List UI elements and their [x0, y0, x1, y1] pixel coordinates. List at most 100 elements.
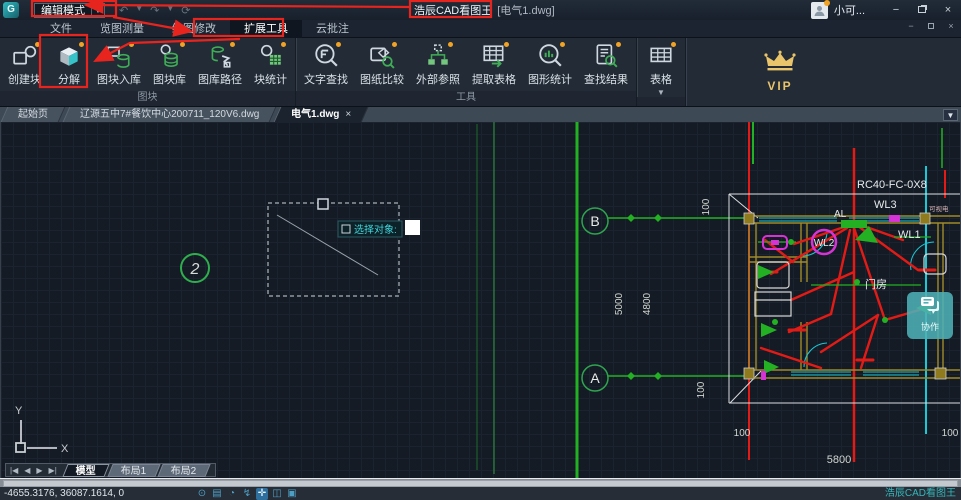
ribbon-button-图块库[interactable]: 图块库 [147, 40, 192, 91]
svg-text:100: 100 [696, 381, 707, 398]
restore-button[interactable] [909, 0, 935, 20]
svg-text:RC40-FC-0X8: RC40-FC-0X8 [857, 179, 927, 191]
window-title: 浩辰CAD看图王 [电气1.dwg] [414, 0, 555, 20]
mdi-minimize-button[interactable]: − [905, 21, 917, 31]
document-name: [电气1.dwg] [497, 2, 554, 18]
drawing-compare-icon [369, 43, 395, 69]
ribbon-button-提取表格[interactable]: 提取表格 [466, 40, 522, 91]
axis-bubble-2[interactable]: 2 [181, 254, 209, 282]
collaboration-button[interactable]: 协作 [907, 292, 953, 339]
library-path-icon [207, 43, 233, 69]
horizontal-scrollbar[interactable] [0, 478, 961, 487]
block-import-icon [106, 43, 132, 69]
light-symbols [758, 220, 931, 374]
svg-text:Y: Y [15, 405, 23, 417]
redo-icon[interactable]: ↷ [150, 4, 159, 17]
vip-button[interactable]: VIP [757, 50, 803, 93]
ribbon-button-label: 提取表格 [472, 71, 516, 87]
svg-text:A: A [590, 370, 600, 386]
crown-icon [762, 50, 798, 74]
scrollbar-thumb[interactable] [3, 480, 958, 487]
otrack-icon[interactable]: ↯ [241, 488, 253, 500]
collaboration-label: 协作 [907, 320, 953, 333]
layout-tab-布局1[interactable]: 布局1 [107, 464, 160, 477]
polar-icon[interactable]: ◔ [226, 488, 238, 500]
user-name[interactable]: 小可... [834, 2, 865, 18]
explode-icon [56, 43, 82, 69]
user-avatar[interactable] [811, 2, 828, 19]
menu-tab-绘图修改[interactable]: 绘图修改 [158, 20, 230, 38]
redo-drop-icon[interactable]: ▼ [166, 4, 174, 17]
ribbon-button-label: 创建块 [8, 71, 41, 87]
ribbon-button-块统计[interactable]: 块统计 [248, 40, 293, 91]
ribbon-button-label: 图形统计 [528, 71, 572, 87]
axis-bubble-b[interactable]: B [582, 208, 746, 234]
chevron-down-icon[interactable]: ▼ [657, 88, 665, 97]
svg-text:5000: 5000 [614, 292, 625, 315]
status-bar: -4655.3176, 36087.1614, 0 ⊙▤◔↯✛◫▣ 浩辰CAD看… [0, 487, 961, 500]
refresh-icon[interactable]: ⟳ [181, 4, 190, 17]
command-tooltip: 选择对象: [338, 220, 420, 237]
doc-tab-起始页[interactable]: 起始页 [1, 107, 66, 122]
grip-handle[interactable] [318, 199, 328, 209]
tab-list-dropdown[interactable]: ▼ [943, 109, 958, 121]
ribbon-button-文字查找[interactable]: 文字查找 [298, 40, 354, 91]
vip-label: VIP [757, 79, 803, 93]
ribbon-button-外部参照[interactable]: 外部参照 [410, 40, 466, 91]
ribbon-toolbar: 创建块分解图块入库图块库图库路径块统计图块文字查找图纸比较外部参照提取表格图形统… [0, 38, 961, 107]
doc-tab-电气1.dwg[interactable]: 电气1.dwg× [274, 107, 369, 122]
doc-tab-辽源五中7#餐饮中心200711_120V6.dwg[interactable]: 辽源五中7#餐饮中心200711_120V6.dwg [63, 107, 277, 122]
crosshair-icon[interactable]: ✛ [256, 488, 268, 500]
chat-pages-icon [919, 296, 941, 314]
menu-tab-扩展工具[interactable]: 扩展工具 [230, 20, 302, 38]
last-tab-icon[interactable]: ▶| [49, 466, 57, 475]
ribbon-button-图形统计[interactable]: 图形统计 [522, 40, 578, 91]
ribbon-button-图块入库[interactable]: 图块入库 [91, 40, 147, 91]
watermark-text: 浩辰CAD看图王 [885, 487, 956, 500]
first-tab-icon[interactable]: |◀ [10, 466, 18, 475]
grid-icon[interactable]: ▤ [211, 488, 223, 500]
mdi-close-button[interactable]: × [945, 21, 957, 31]
snap-icon[interactable]: ⊙ [196, 488, 208, 500]
minimize-button[interactable]: − [883, 0, 909, 20]
ribbon-button-分解[interactable]: 分解 [47, 40, 91, 91]
drawing-canvas[interactable]: B A 5000 4800 100 100 100 100 5800 [0, 122, 961, 478]
svg-text:AL: AL [834, 209, 847, 220]
close-button[interactable]: × [935, 0, 961, 20]
ribbon-group-label [637, 97, 685, 106]
ribbon-button-图库路径[interactable]: 图库路径 [192, 40, 248, 91]
prev-tab-icon[interactable]: ◀ [24, 466, 30, 475]
axis-bubble-a[interactable]: A [582, 365, 747, 391]
close-icon[interactable]: × [346, 109, 352, 120]
construction-lines[interactable] [477, 122, 945, 478]
layout-tab-布局2[interactable]: 布局2 [158, 464, 211, 477]
layout-tab-row: |◀ ◀ ▶ ▶| 模型布局1布局2 [5, 463, 216, 477]
undo-drop-icon[interactable]: ▼ [135, 4, 143, 17]
ribbon-button-label: 块统计 [254, 71, 287, 87]
ribbon-button-创建块[interactable]: 创建块 [2, 40, 47, 91]
ribbon-group-label: 图块 [0, 91, 295, 106]
mode-select-combobox[interactable]: 编辑模式 ▼ [34, 3, 105, 18]
block-library-icon [157, 43, 183, 69]
next-tab-icon[interactable]: ▶ [36, 466, 42, 475]
menu-tab-览图测量[interactable]: 览图测量 [86, 20, 158, 38]
lineweight-icon[interactable]: ◫ [271, 488, 283, 500]
svg-text:X: X [61, 443, 69, 455]
chevron-down-icon[interactable]: ▼ [91, 4, 104, 17]
selection-box[interactable] [268, 199, 399, 296]
ribbon-button-label: 文字查找 [304, 71, 348, 87]
mdi-restore-button[interactable] [925, 21, 937, 31]
menu-tab-文件[interactable]: 文件 [36, 20, 86, 38]
ribbon-button-表格[interactable]: 表格▼ [639, 40, 683, 97]
undo-icon[interactable]: ↶ [119, 4, 128, 17]
ribbon-button-图纸比较[interactable]: 图纸比较 [354, 40, 410, 91]
svg-text:门房: 门房 [865, 277, 887, 291]
ribbon-button-查找结果[interactable]: 查找结果 [578, 40, 634, 91]
fullscreen-icon[interactable]: ▣ [286, 488, 298, 500]
notification-dot [824, 0, 830, 6]
menu-tab-云批注[interactable]: 云批注 [302, 20, 363, 38]
svg-text:WL2: WL2 [814, 238, 835, 249]
svg-text:2: 2 [190, 261, 200, 278]
layout-tab-模型[interactable]: 模型 [62, 464, 109, 477]
app-title: 浩辰CAD看图王 [414, 2, 492, 18]
